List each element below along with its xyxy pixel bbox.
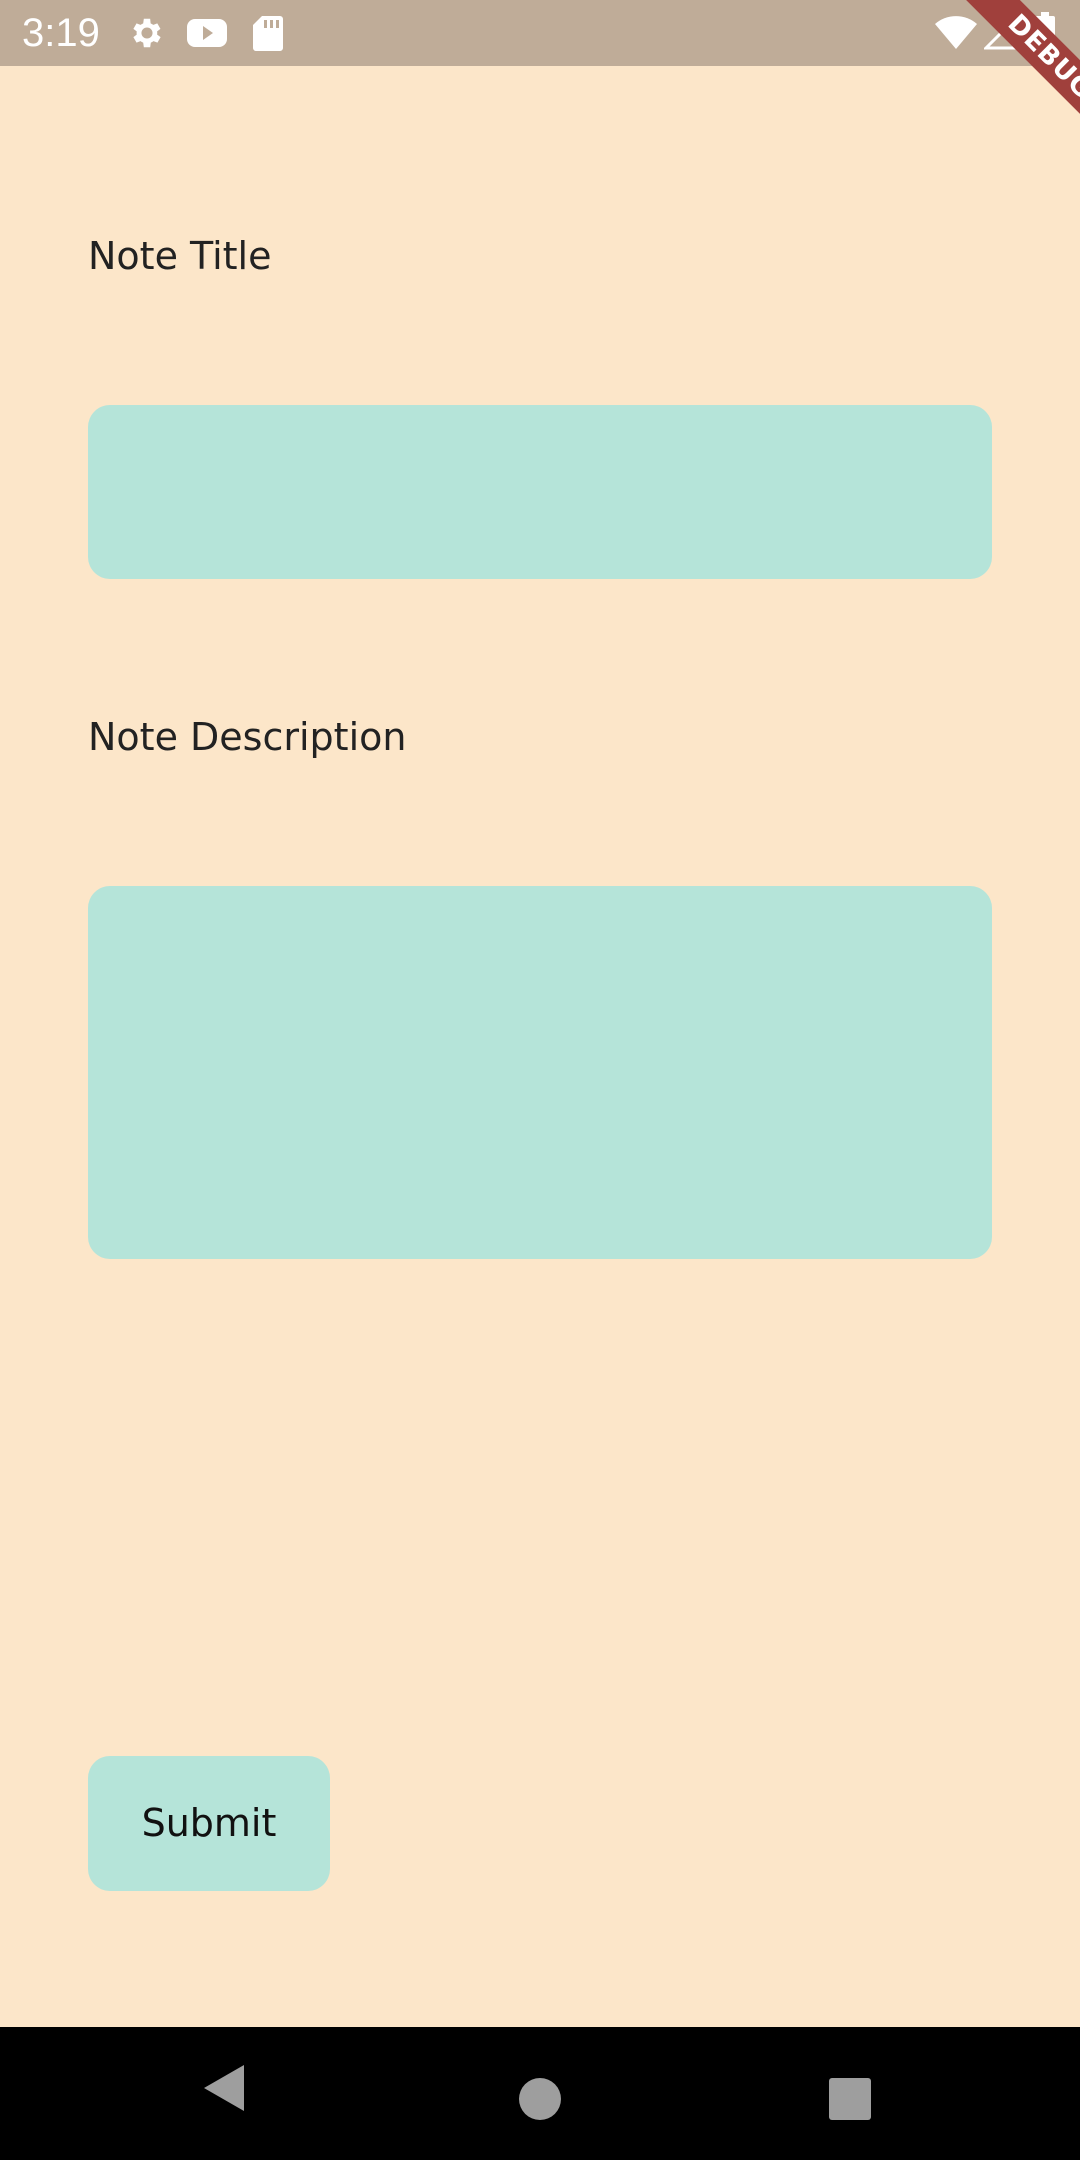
youtube-icon [186,16,228,50]
note-title-input[interactable] [88,405,992,579]
back-icon[interactable] [202,2063,246,2113]
battery-icon [1034,12,1056,52]
signal-icon [984,16,1018,50]
note-description-label: Note Description [88,715,407,759]
navigation-bar [0,2027,1080,2160]
recents-icon[interactable] [828,2077,872,2121]
submit-button[interactable]: Submit [88,1756,330,1891]
gear-icon [128,14,166,52]
sd-card-icon [252,14,284,52]
status-bar: 3:19 [0,0,1080,66]
wifi-icon [934,16,978,50]
status-time: 3:19 [22,11,100,55]
home-icon[interactable] [518,2077,562,2121]
note-title-label: Note Title [88,234,272,278]
note-description-input[interactable] [88,886,992,1259]
